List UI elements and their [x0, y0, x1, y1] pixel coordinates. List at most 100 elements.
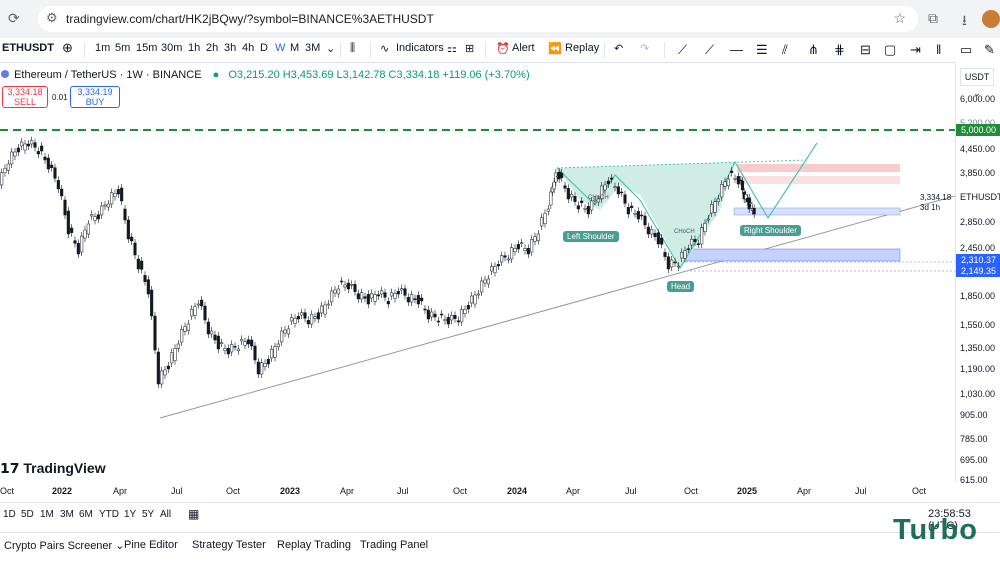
candle-body: [470, 295, 474, 304]
level-tag-2149[interactable]: 2,149.35: [956, 265, 1000, 277]
long-position-icon[interactable]: ‖: [936, 42, 941, 57]
range-3m[interactable]: 3M: [60, 509, 74, 520]
interval-3h[interactable]: 3h: [224, 42, 236, 54]
candle-body: [26, 143, 30, 147]
candle-body: [680, 252, 684, 259]
alarm-clock-icon[interactable]: ⏰: [496, 42, 510, 55]
templates-icon[interactable]: ⚏: [447, 42, 457, 55]
candle-body: [143, 275, 147, 282]
range-6m[interactable]: 6M: [79, 509, 93, 520]
horizontal-line-icon[interactable]: —: [730, 42, 743, 57]
url-text[interactable]: tradingview.com/chart/HK2jBQwy/?symbol=B…: [66, 12, 434, 26]
rectangle-icon[interactable]: ▢: [884, 42, 896, 58]
candle-body: [340, 280, 344, 283]
candle-body: [650, 229, 654, 235]
undo-icon[interactable]: ↶: [614, 42, 623, 55]
candle-body: [290, 317, 294, 322]
candle-body: [70, 227, 74, 233]
price-scale[interactable]: 6,000.00 5,200.00 5,000.00 4,450.00 3,85…: [920, 62, 1000, 485]
range-all[interactable]: All: [160, 509, 171, 520]
indicators-icon[interactable]: ∿: [380, 42, 389, 55]
interval-15m[interactable]: 15m: [136, 42, 157, 54]
interval-w[interactable]: W: [275, 42, 285, 54]
chevron-down-icon[interactable]: ⌄: [326, 42, 335, 55]
ruler-icon[interactable]: ⇥: [910, 42, 921, 58]
avatar[interactable]: [982, 10, 1000, 28]
extensions-icon[interactable]: ⧉: [928, 10, 938, 27]
range-1d[interactable]: 1D: [3, 509, 16, 520]
range-5d[interactable]: 5D: [21, 509, 34, 520]
left-shoulder-label[interactable]: Left Shoulder: [563, 231, 619, 242]
legend-title[interactable]: Ethereum / TetherUS · 1W · BINANCE: [14, 69, 201, 81]
address-bar[interactable]: ⚙ tradingview.com/chart/HK2jBQwy/?symbol…: [38, 6, 918, 32]
range-1m[interactable]: 1M: [40, 509, 54, 520]
tab-label: Crypto Pairs Screener: [4, 540, 113, 552]
interval-30m[interactable]: 30m: [161, 42, 182, 54]
time-axis[interactable]: Oct 2022 Apr Jul Oct 2023 Apr Jul Oct 2024 Apr Jul O…: [0, 482, 955, 500]
tab-replay-trading[interactable]: Replay Trading: [277, 539, 351, 551]
interval-5m[interactable]: 5m: [115, 42, 130, 54]
price-chart[interactable]: [0, 62, 955, 482]
reload-icon[interactable]: ⟳: [8, 10, 20, 27]
alert-price-tag[interactable]: 5,000.00: [956, 124, 1000, 136]
projection-icon[interactable]: ⊟: [860, 42, 871, 58]
head-label[interactable]: Head: [667, 281, 695, 292]
indicators-button[interactable]: Indicators: [396, 42, 444, 54]
price-label: 695.00: [960, 455, 988, 465]
gann-icon[interactable]: ⋕: [834, 42, 845, 58]
demand-zone-upper[interactable]: [733, 207, 901, 216]
fib-retracement-icon[interactable]: ☰: [756, 42, 768, 58]
watermark-text: Turbo: [893, 514, 978, 546]
trend-line-icon[interactable]: ⟋: [678, 42, 687, 58]
layout-grid-icon[interactable]: ⊞: [465, 42, 474, 55]
download-icon[interactable]: ⭳: [962, 10, 967, 34]
candle-body: [243, 341, 247, 346]
time-label: Oct: [0, 486, 15, 496]
ray-icon[interactable]: ⟋: [705, 42, 714, 58]
tradingview-logo[interactable]: 𝟭𝟳 TradingView: [0, 460, 106, 477]
bookmark-star-icon[interactable]: ☆: [893, 10, 906, 27]
supply-zone-bottom[interactable]: [737, 176, 900, 184]
ascending-trendline[interactable]: [159, 195, 955, 419]
range-1y[interactable]: 1Y: [124, 509, 136, 520]
candle-body: [603, 184, 607, 191]
candle-body: [163, 369, 167, 376]
interval-1h[interactable]: 1h: [188, 42, 200, 54]
replay-button[interactable]: Replay: [565, 42, 599, 54]
candle-body: [330, 290, 334, 303]
demand-zone-lower[interactable]: [685, 248, 901, 262]
compare-add-icon[interactable]: ⊕: [62, 40, 73, 56]
pitchfork-icon[interactable]: ⋔: [808, 42, 819, 58]
interval-m[interactable]: M: [290, 42, 299, 54]
replay-icon[interactable]: ⏪: [548, 42, 562, 55]
tab-pine-editor[interactable]: Pine Editor: [124, 539, 178, 551]
redo-icon[interactable]: ↷: [640, 42, 649, 55]
sell-button[interactable]: 3,334.18 SELL: [2, 86, 48, 108]
supply-zone-top[interactable]: [737, 164, 900, 172]
interval-2h[interactable]: 2h: [206, 42, 218, 54]
currency-select[interactable]: USDT ⌄: [960, 68, 994, 98]
alert-button[interactable]: Alert: [512, 42, 535, 54]
candle-body: [53, 167, 57, 179]
range-ytd[interactable]: YTD: [99, 509, 119, 520]
brush-icon[interactable]: ✎: [984, 42, 995, 58]
tab-crypto-screener[interactable]: Crypto Pairs Screener ⌄: [4, 539, 125, 552]
right-shoulder-label[interactable]: Right Shoulder: [740, 225, 801, 236]
comment-icon[interactable]: ▭: [960, 42, 972, 58]
buy-button[interactable]: 3,334.19 BUY: [70, 86, 120, 108]
parallel-channel-icon[interactable]: ⫽: [782, 42, 788, 58]
interval-4h[interactable]: 4h: [242, 42, 254, 54]
tab-strategy-tester[interactable]: Strategy Tester: [192, 539, 266, 551]
interval-d[interactable]: D: [260, 42, 268, 54]
range-5y[interactable]: 5Y: [142, 509, 154, 520]
candle-body: [406, 297, 410, 303]
site-info-icon[interactable]: ⚙: [46, 10, 58, 26]
calendar-icon[interactable]: ▦: [188, 507, 199, 521]
symbol-search[interactable]: ETHUSDT: [2, 42, 54, 54]
tab-trading-panel[interactable]: Trading Panel: [360, 539, 428, 551]
chart-type-icon[interactable]: ⫼: [350, 42, 355, 55]
interval-3m[interactable]: 3M: [305, 42, 320, 54]
spread-value: 0.01: [52, 93, 68, 102]
interval-1m[interactable]: 1m: [95, 42, 110, 54]
candle-body: [493, 266, 497, 273]
